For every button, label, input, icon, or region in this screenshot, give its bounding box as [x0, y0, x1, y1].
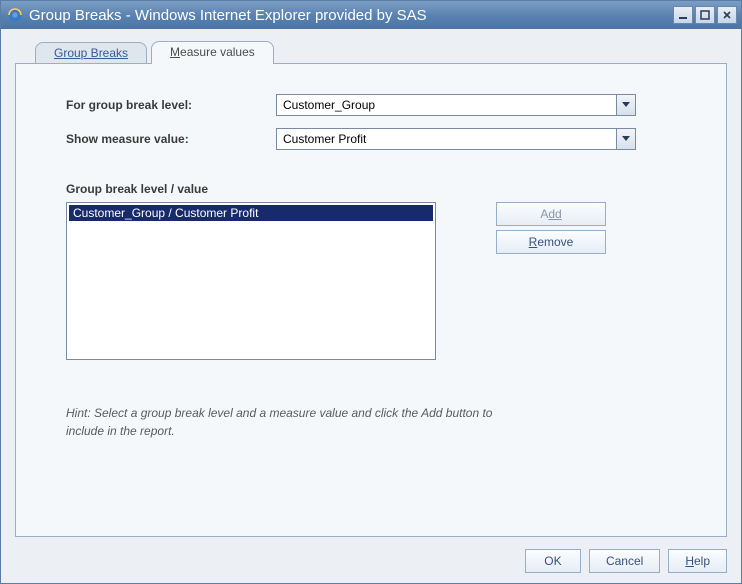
listbox-group-break-values[interactable]: Customer_Group / Customer Profit — [66, 202, 436, 360]
row-show-measure-value: Show measure value: Customer Profit — [66, 128, 676, 150]
chevron-down-icon — [616, 95, 635, 115]
tab-panel-measure-values: For group break level: Customer_Group Sh… — [15, 63, 727, 537]
close-button[interactable] — [717, 6, 737, 24]
dialog-footer: OK Cancel Help — [15, 549, 727, 573]
window-frame: Group Breaks - Windows Internet Explorer… — [0, 0, 742, 584]
remove-button[interactable]: Remove — [496, 230, 606, 254]
window-controls — [673, 6, 737, 24]
tab-strip: Group Breaks Measure values — [35, 39, 727, 63]
select-group-break-level[interactable]: Customer_Group — [276, 94, 636, 116]
label-show-measure-value: Show measure value: — [66, 132, 276, 146]
label-group-break-level: For group break level: — [66, 98, 276, 112]
add-button[interactable]: Add — [496, 202, 606, 226]
side-buttons: Add Remove — [496, 202, 606, 254]
label-list-section: Group break level / value — [66, 182, 676, 196]
title-bar: Group Breaks - Windows Internet Explorer… — [1, 1, 741, 29]
minimize-button[interactable] — [673, 6, 693, 24]
list-item[interactable]: Customer_Group / Customer Profit — [69, 205, 433, 221]
maximize-button[interactable] — [695, 6, 715, 24]
chevron-down-icon — [616, 129, 635, 149]
select-show-measure-value-value: Customer Profit — [277, 132, 616, 146]
select-show-measure-value[interactable]: Customer Profit — [276, 128, 636, 150]
hint-text: Hint: Select a group break level and a m… — [66, 404, 496, 440]
row-group-break-level: For group break level: Customer_Group — [66, 94, 676, 116]
select-group-break-level-value: Customer_Group — [277, 98, 616, 112]
window-title: Group Breaks - Windows Internet Explorer… — [29, 7, 673, 24]
help-button[interactable]: Help — [668, 549, 727, 573]
cancel-button[interactable]: Cancel — [589, 549, 660, 573]
ie-icon — [7, 7, 23, 23]
tab-measure-values[interactable]: Measure values — [151, 41, 274, 64]
ok-button[interactable]: OK — [525, 549, 581, 573]
tab-group-breaks[interactable]: Group Breaks — [35, 42, 147, 64]
client-area: Group Breaks Measure values For group br… — [1, 29, 741, 583]
list-and-buttons: Customer_Group / Customer Profit Add Rem… — [66, 202, 676, 360]
